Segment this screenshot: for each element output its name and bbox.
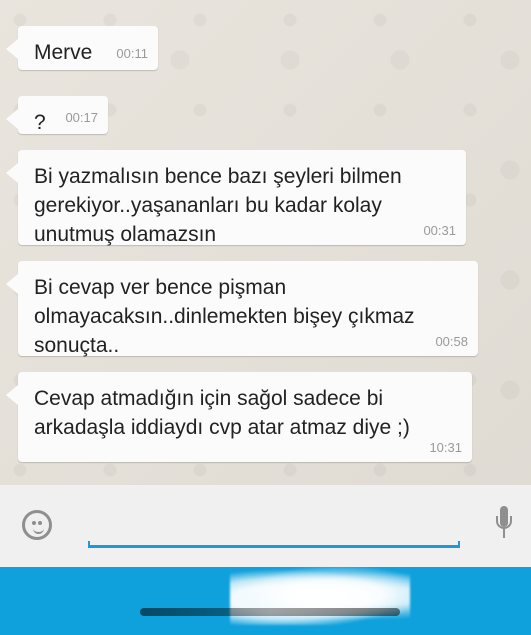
- message-timestamp: 00:17: [65, 110, 98, 125]
- emoji-icon[interactable]: [22, 510, 52, 540]
- message-timestamp: 00:31: [423, 223, 456, 238]
- redacted-content: [230, 567, 410, 625]
- message-text: Bi cevap ver bence pişman olmayacaksın..…: [34, 276, 415, 357]
- message-bubble: Bi cevap ver bence pişman olmayacaksın..…: [6, 261, 478, 357]
- message-timestamp: 00:11: [116, 46, 148, 61]
- message-text: Cevap atmadığın için sağol sadece bi ark…: [34, 387, 410, 439]
- microphone-stem: [503, 529, 505, 538]
- emoji-mouth: [33, 526, 44, 534]
- message-timestamp: 10:31: [429, 440, 462, 455]
- message-bubble: Merve 00:11: [6, 26, 158, 70]
- message-bubble: Cevap atmadığın için sağol sadece bi ark…: [6, 372, 472, 462]
- bottom-banner: [0, 567, 531, 635]
- message-timestamp: 00:58: [435, 334, 468, 349]
- message-input-area: [0, 485, 531, 567]
- microphone-arc: [496, 516, 512, 529]
- message-bubble: ? 00:17: [6, 96, 108, 134]
- message-input[interactable]: [88, 541, 460, 548]
- redaction-strip: [140, 608, 400, 616]
- message-text: Bi yazmalısın bence bazı şeyleri bilmen …: [34, 165, 402, 246]
- message-bubble: Bi yazmalısın bence bazı şeyleri bilmen …: [6, 150, 466, 246]
- microphone-icon[interactable]: [496, 506, 512, 544]
